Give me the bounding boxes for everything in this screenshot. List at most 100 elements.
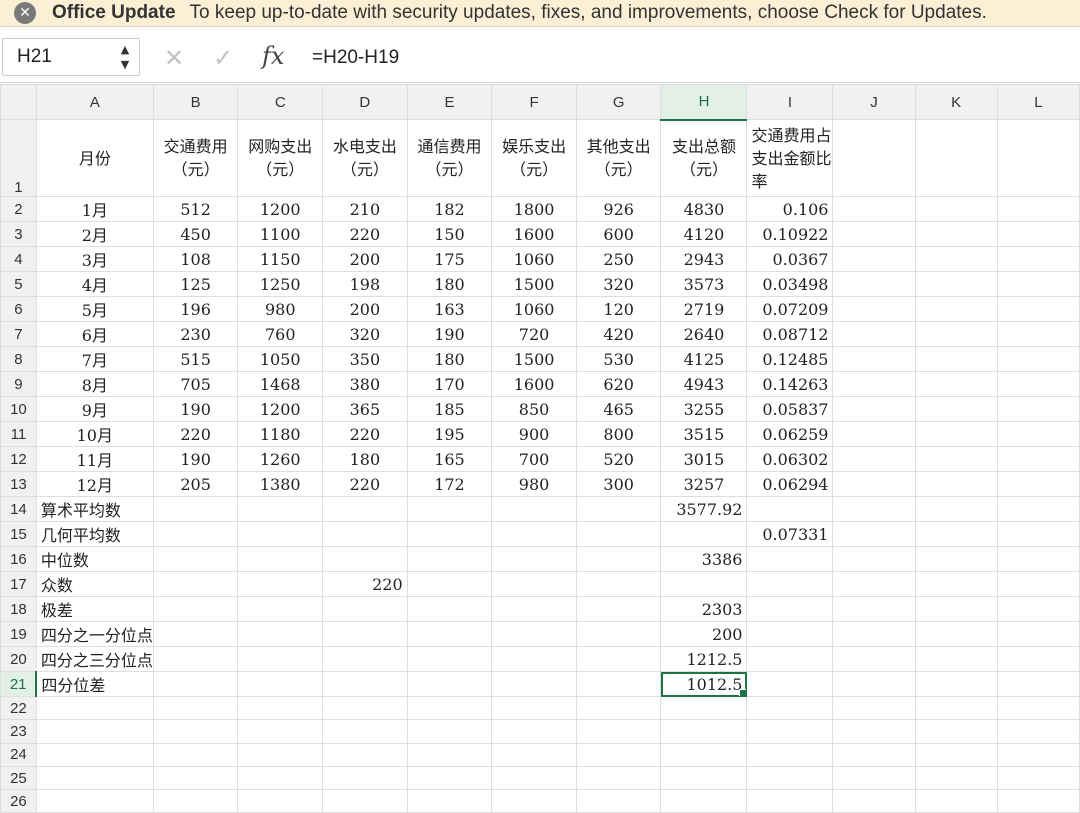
cell-d9[interactable]: 380 [322,371,408,397]
cell-j20[interactable] [832,646,916,672]
name-box-stepper-icon[interactable]: ▲ ▼ [119,42,131,72]
cell-b13[interactable]: 205 [152,471,239,497]
cell-d13[interactable]: 220 [322,471,408,497]
cell-k17[interactable] [914,571,998,597]
column-header-f[interactable]: F [491,84,577,120]
cell-k12[interactable] [914,446,998,472]
cell-a14[interactable]: 算术平均数 [35,496,154,522]
column-header-j[interactable]: J [832,84,916,120]
cell-e19[interactable] [406,621,493,647]
cell-i12[interactable]: 0.06302 [746,446,834,472]
cell-d21[interactable] [322,671,408,697]
cell-f1[interactable]: 娱乐支出（元） [491,119,577,197]
cell-a10[interactable]: 9月 [35,396,154,422]
cell-i2[interactable]: 0.106 [746,196,834,222]
cell-k13[interactable] [914,471,998,497]
cell-l9[interactable] [996,371,1080,397]
cell-d11[interactable]: 220 [322,421,408,447]
cell-e10[interactable]: 185 [406,396,493,422]
cell-j17[interactable] [832,571,916,597]
cell-e18[interactable] [406,596,493,622]
row-header-16[interactable]: 16 [0,546,37,572]
cell-b7[interactable]: 230 [152,321,239,347]
row-header-20[interactable]: 20 [0,646,37,672]
row-header-2[interactable]: 2 [0,196,37,222]
cell-f12[interactable]: 700 [491,446,577,472]
cell-j11[interactable] [832,421,916,447]
cell-h9[interactable]: 4943 [660,371,748,397]
row-header-1[interactable]: 1 [0,119,37,197]
cell-b10[interactable]: 190 [152,396,239,422]
cell-f17[interactable] [491,571,577,597]
cell-g14[interactable] [575,496,662,522]
cell-d15[interactable] [322,521,408,547]
cell-c22[interactable] [237,695,324,721]
cell-d19[interactable] [322,621,408,647]
cell-l2[interactable] [996,196,1080,222]
cell-j12[interactable] [832,446,916,472]
cell-l8[interactable] [996,346,1080,372]
insert-function-icon[interactable]: fx [262,42,284,70]
cell-d22[interactable] [322,695,408,721]
cell-e17[interactable] [406,571,493,597]
cell-k21[interactable] [914,671,998,697]
cell-h24[interactable] [660,742,748,767]
cell-l12[interactable] [996,446,1080,472]
row-header-21[interactable]: 21 [0,671,38,697]
cell-i10[interactable]: 0.05837 [746,396,834,422]
cell-h15[interactable] [660,521,748,547]
select-all-corner[interactable] [0,84,37,120]
fill-handle[interactable] [739,689,746,696]
cell-c3[interactable]: 1100 [237,221,324,247]
cell-c19[interactable] [237,621,324,647]
cell-b1[interactable]: 交通费用（元） [152,119,239,197]
cell-i20[interactable] [746,646,834,672]
cell-k11[interactable] [914,421,998,447]
cell-j15[interactable] [832,521,916,547]
cell-l22[interactable] [996,695,1080,721]
cell-a4[interactable]: 3月 [35,246,154,272]
cell-i13[interactable]: 0.06294 [746,471,834,497]
cell-e3[interactable]: 150 [406,221,493,247]
cell-a26[interactable] [35,789,154,813]
column-header-c[interactable]: C [237,84,324,120]
cell-j5[interactable] [832,271,916,297]
cell-b18[interactable] [152,596,239,622]
cell-a11[interactable]: 10月 [35,421,154,447]
cell-i11[interactable]: 0.06259 [746,421,834,447]
cell-i6[interactable]: 0.07209 [746,296,834,322]
cell-f3[interactable]: 1600 [491,221,577,247]
cell-k6[interactable] [914,296,998,322]
cell-k8[interactable] [914,346,998,372]
cell-c6[interactable]: 980 [237,296,324,322]
column-header-b[interactable]: B [152,84,239,120]
cell-e13[interactable]: 172 [406,471,493,497]
cell-j13[interactable] [832,471,916,497]
cell-h21[interactable]: 1012.5 [660,671,748,697]
formula-input[interactable]: =H20-H19 [312,47,399,69]
column-header-l[interactable]: L [996,84,1080,120]
cell-k3[interactable] [914,221,998,247]
cell-j16[interactable] [832,546,916,572]
cell-k22[interactable] [914,695,998,721]
cell-c16[interactable] [237,546,324,572]
cell-l15[interactable] [996,521,1080,547]
cell-l5[interactable] [996,271,1080,297]
cell-c18[interactable] [237,596,324,622]
cell-i21[interactable] [746,671,834,697]
cell-h13[interactable]: 3257 [660,471,748,497]
cell-h6[interactable]: 2719 [660,296,748,322]
cell-j2[interactable] [832,196,916,222]
cell-i3[interactable]: 0.10922 [746,221,834,247]
cell-f18[interactable] [491,596,577,622]
column-header-k[interactable]: K [914,84,998,120]
cell-g11[interactable]: 800 [575,421,662,447]
confirm-icon[interactable]: ✓ [213,44,233,72]
row-header-9[interactable]: 9 [0,371,37,397]
cell-d6[interactable]: 200 [322,296,408,322]
cell-e2[interactable]: 182 [406,196,493,222]
cell-a18[interactable]: 极差 [35,596,154,622]
cell-f7[interactable]: 720 [491,321,577,347]
cell-b21[interactable] [152,671,239,697]
cell-b12[interactable]: 190 [152,446,239,472]
